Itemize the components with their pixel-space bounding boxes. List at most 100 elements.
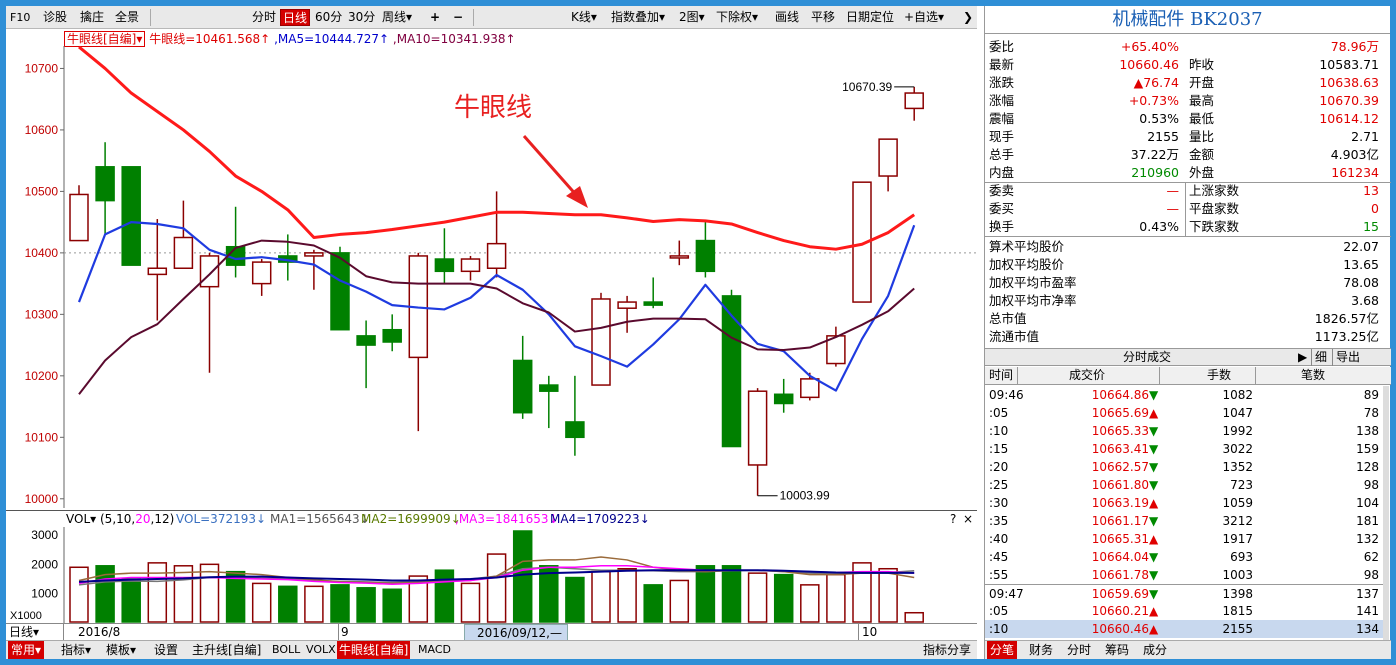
pan-button[interactable]: 平移: [809, 9, 837, 26]
vol-ma2: MA2=1699909↓: [361, 512, 461, 526]
daily-tab[interactable]: 日线: [280, 9, 311, 26]
date-locate-button[interactable]: 日期定位: [844, 9, 896, 26]
tick-list[interactable]: 09:46 10664.86 ▼ 1082 89:05 10665.69 ▲ 1047 78:1…: [985, 386, 1385, 640]
diagnose-button[interactable]: 诊股: [43, 9, 67, 26]
quote-label: 委比: [989, 39, 1015, 54]
tick-row[interactable]: :20 10662.57 ▼ 1352 128: [985, 458, 1385, 476]
tab-constituents[interactable]: 成分: [1143, 641, 1167, 659]
tab-bull-eye[interactable]: 牛眼线[自编]: [337, 641, 411, 659]
quote-label: 量比: [1189, 129, 1215, 144]
vol-selector[interactable]: VOL▾: [66, 511, 96, 528]
skirt-button[interactable]: 擒庄: [80, 9, 104, 26]
vol-value: VOL=372193↓: [176, 512, 267, 526]
candle-body: [643, 301, 663, 306]
index-overlay-dropdown[interactable]: 指数叠加▾: [609, 9, 667, 26]
tick-price: 10661.80: [1091, 478, 1149, 492]
tick-trades: 141: [1356, 604, 1379, 618]
stat-row: 加权平均股价 13.65: [985, 256, 1385, 274]
tab-template[interactable]: 模板▾: [106, 641, 136, 659]
stat-value: 1826.57亿: [1314, 311, 1379, 326]
tab-indicator[interactable]: 指标▾: [61, 641, 91, 659]
tab-intraday-ticks[interactable]: 分时: [1067, 641, 1091, 659]
tick-direction: ▲: [1149, 622, 1159, 636]
quote-row: 涨跌 ▲76.74 开盘 10638.63: [985, 74, 1385, 92]
tick-row[interactable]: :05 10665.69 ▲ 1047 78: [985, 404, 1385, 422]
tick-price: 10663.41: [1091, 442, 1149, 456]
full-view-button[interactable]: 全景: [115, 9, 139, 26]
vol-tick-label: 3000: [31, 528, 58, 542]
tick-time: :05: [989, 604, 1009, 618]
quote-value: 0.43%: [1139, 219, 1179, 234]
draw-line-button[interactable]: 画线: [773, 9, 801, 26]
tab-main-trend[interactable]: 主升线[自编]: [192, 641, 261, 659]
quote-panel: 机械配件 BK2037 委比 +65.40% 78.96万 最新 10660.46 昨收 1…: [984, 6, 1391, 659]
tab-volx[interactable]: VOLX: [306, 641, 336, 659]
tick-trades: 62: [1363, 550, 1379, 564]
tick-row[interactable]: :10 10660.46 ▲ 2155 134: [985, 620, 1385, 638]
tick-row[interactable]: :05 10660.21 ▲ 1815 141: [985, 602, 1385, 620]
tab-common[interactable]: 常用▾: [8, 641, 45, 659]
tab-chips[interactable]: 筹码: [1105, 641, 1129, 659]
tick-trades: 134: [1356, 622, 1379, 636]
collapse-icon[interactable]: ❯: [961, 9, 975, 26]
help-icon[interactable]: ?: [950, 511, 956, 528]
60min-tab[interactable]: 60分: [313, 9, 344, 26]
close-panel-icon[interactable]: ×: [963, 511, 973, 528]
zoom-out-button[interactable]: −: [451, 9, 465, 26]
zoom-in-button[interactable]: +: [428, 9, 442, 26]
two-chart-dropdown[interactable]: 2图▾: [677, 9, 707, 26]
tick-price: 10660.21: [1091, 604, 1149, 618]
add-watchlist-dropdown[interactable]: +自选▾: [902, 9, 946, 26]
tick-time: 09:47: [989, 587, 1024, 601]
vol-ma3: ,MA3=1841653↓: [455, 512, 559, 526]
volume-chart[interactable]: 1000 2000 3000 X1000: [6, 527, 977, 623]
tick-row[interactable]: :30 10663.19 ▲ 1059 104: [985, 494, 1385, 512]
tick-row[interactable]: :15 10663.41 ▼ 3022 159: [985, 440, 1385, 458]
indicator-share-button[interactable]: 指标分享: [923, 641, 971, 659]
tab-boll[interactable]: BOLL: [272, 641, 300, 659]
tick-row[interactable]: :10 10665.33 ▼ 1992 138: [985, 422, 1385, 440]
tab-settings[interactable]: 设置: [154, 641, 178, 659]
detail-button[interactable]: 细: [1311, 349, 1327, 366]
tick-row[interactable]: :25 10661.80 ▼ 723 98: [985, 476, 1385, 494]
export-button[interactable]: 导出: [1332, 349, 1360, 366]
intraday-tab[interactable]: 分时: [250, 9, 278, 26]
volume-bar: [382, 588, 402, 623]
period-selector[interactable]: 日线▾: [9, 624, 39, 640]
tick-row[interactable]: 09:46 10664.86 ▼ 1082 89: [985, 386, 1385, 404]
volume-bar: [826, 573, 846, 623]
kline-chart[interactable]: 10000 10100 10200 10300 10400 10500 10600 10700…: [6, 30, 977, 510]
tab-ticks[interactable]: 分笔: [987, 641, 1018, 659]
annotation-arrow-shaft: [522, 135, 580, 198]
quote-value: 161234: [1331, 165, 1379, 180]
date-axis: 日线▾ 2016/8 9 2016/09/12,— 10: [6, 623, 977, 642]
quote-value: 10660.46: [1119, 57, 1179, 72]
date-label-oct: 10: [862, 625, 878, 639]
tick-row[interactable]: :55 10661.78 ▼ 1003 98: [985, 566, 1385, 584]
exright-dropdown[interactable]: 下除权▾: [714, 9, 760, 26]
kline-dropdown[interactable]: K线▾: [569, 9, 599, 26]
tick-price: 10659.69: [1091, 587, 1149, 601]
tick-lots: 1059: [1222, 496, 1253, 510]
tick-trades: 132: [1356, 532, 1379, 546]
weekly-dropdown[interactable]: 周线▾: [380, 9, 414, 26]
play-icon[interactable]: ▶: [1298, 349, 1307, 366]
tick-row[interactable]: :45 10664.04 ▼ 693 62: [985, 548, 1385, 566]
tick-row[interactable]: :40 10665.31 ▲ 1917 132: [985, 530, 1385, 548]
tab-finance[interactable]: 财务: [1029, 641, 1053, 659]
tick-trades: 78: [1363, 406, 1379, 420]
30min-tab[interactable]: 30分: [346, 9, 377, 26]
tab-macd[interactable]: MACD: [418, 641, 451, 659]
tick-row[interactable]: 09:47 10659.69 ▼ 1398 137: [985, 584, 1385, 602]
kline-chart-area[interactable]: 10000 10100 10200 10300 10400 10500 10600 10700…: [6, 30, 977, 510]
tick-row[interactable]: :35 10661.17 ▼ 3212 181: [985, 512, 1385, 530]
date-label-aug: 2016/8: [78, 625, 121, 639]
candle-body: [356, 335, 376, 346]
tick-lots: 723: [1230, 478, 1253, 492]
f10-button[interactable]: F10: [10, 9, 30, 26]
tick-scrollbar[interactable]: [1383, 386, 1389, 640]
quote-row: 震幅 0.53% 最低 10614.12: [985, 110, 1385, 128]
tick-direction: ▼: [1149, 424, 1159, 438]
tick-lots: 2155: [1222, 622, 1253, 636]
quote-value: 210960: [1131, 165, 1179, 180]
